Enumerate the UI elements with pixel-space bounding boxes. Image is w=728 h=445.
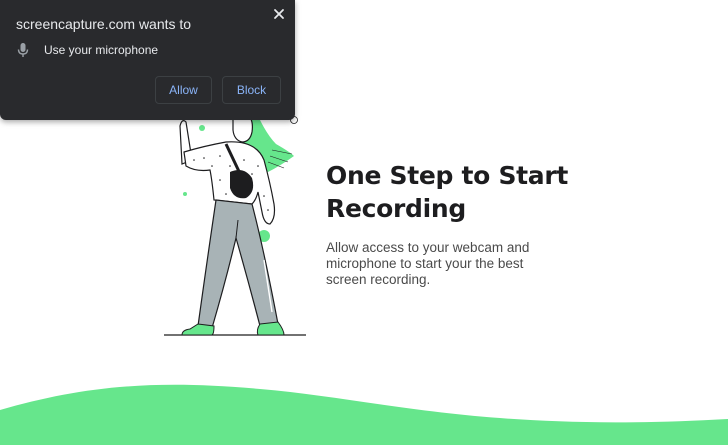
decorative-wave — [0, 384, 728, 445]
headline: One Step to Start Recording — [326, 161, 569, 223]
allow-button[interactable]: Allow — [155, 76, 212, 104]
permission-title: screencapture.com wants to — [16, 16, 192, 32]
person-illustration — [164, 109, 306, 336]
description: Allow access to your webcam and micropho… — [326, 240, 530, 287]
permission-popup: screencapture.com wants to Use your micr… — [0, 0, 295, 120]
close-icon[interactable] — [272, 7, 286, 21]
microphone-icon — [17, 43, 29, 57]
permission-request-label: Use your microphone — [44, 43, 159, 57]
block-button[interactable]: Block — [222, 76, 281, 104]
permission-request-row: Use your microphone — [16, 42, 158, 58]
